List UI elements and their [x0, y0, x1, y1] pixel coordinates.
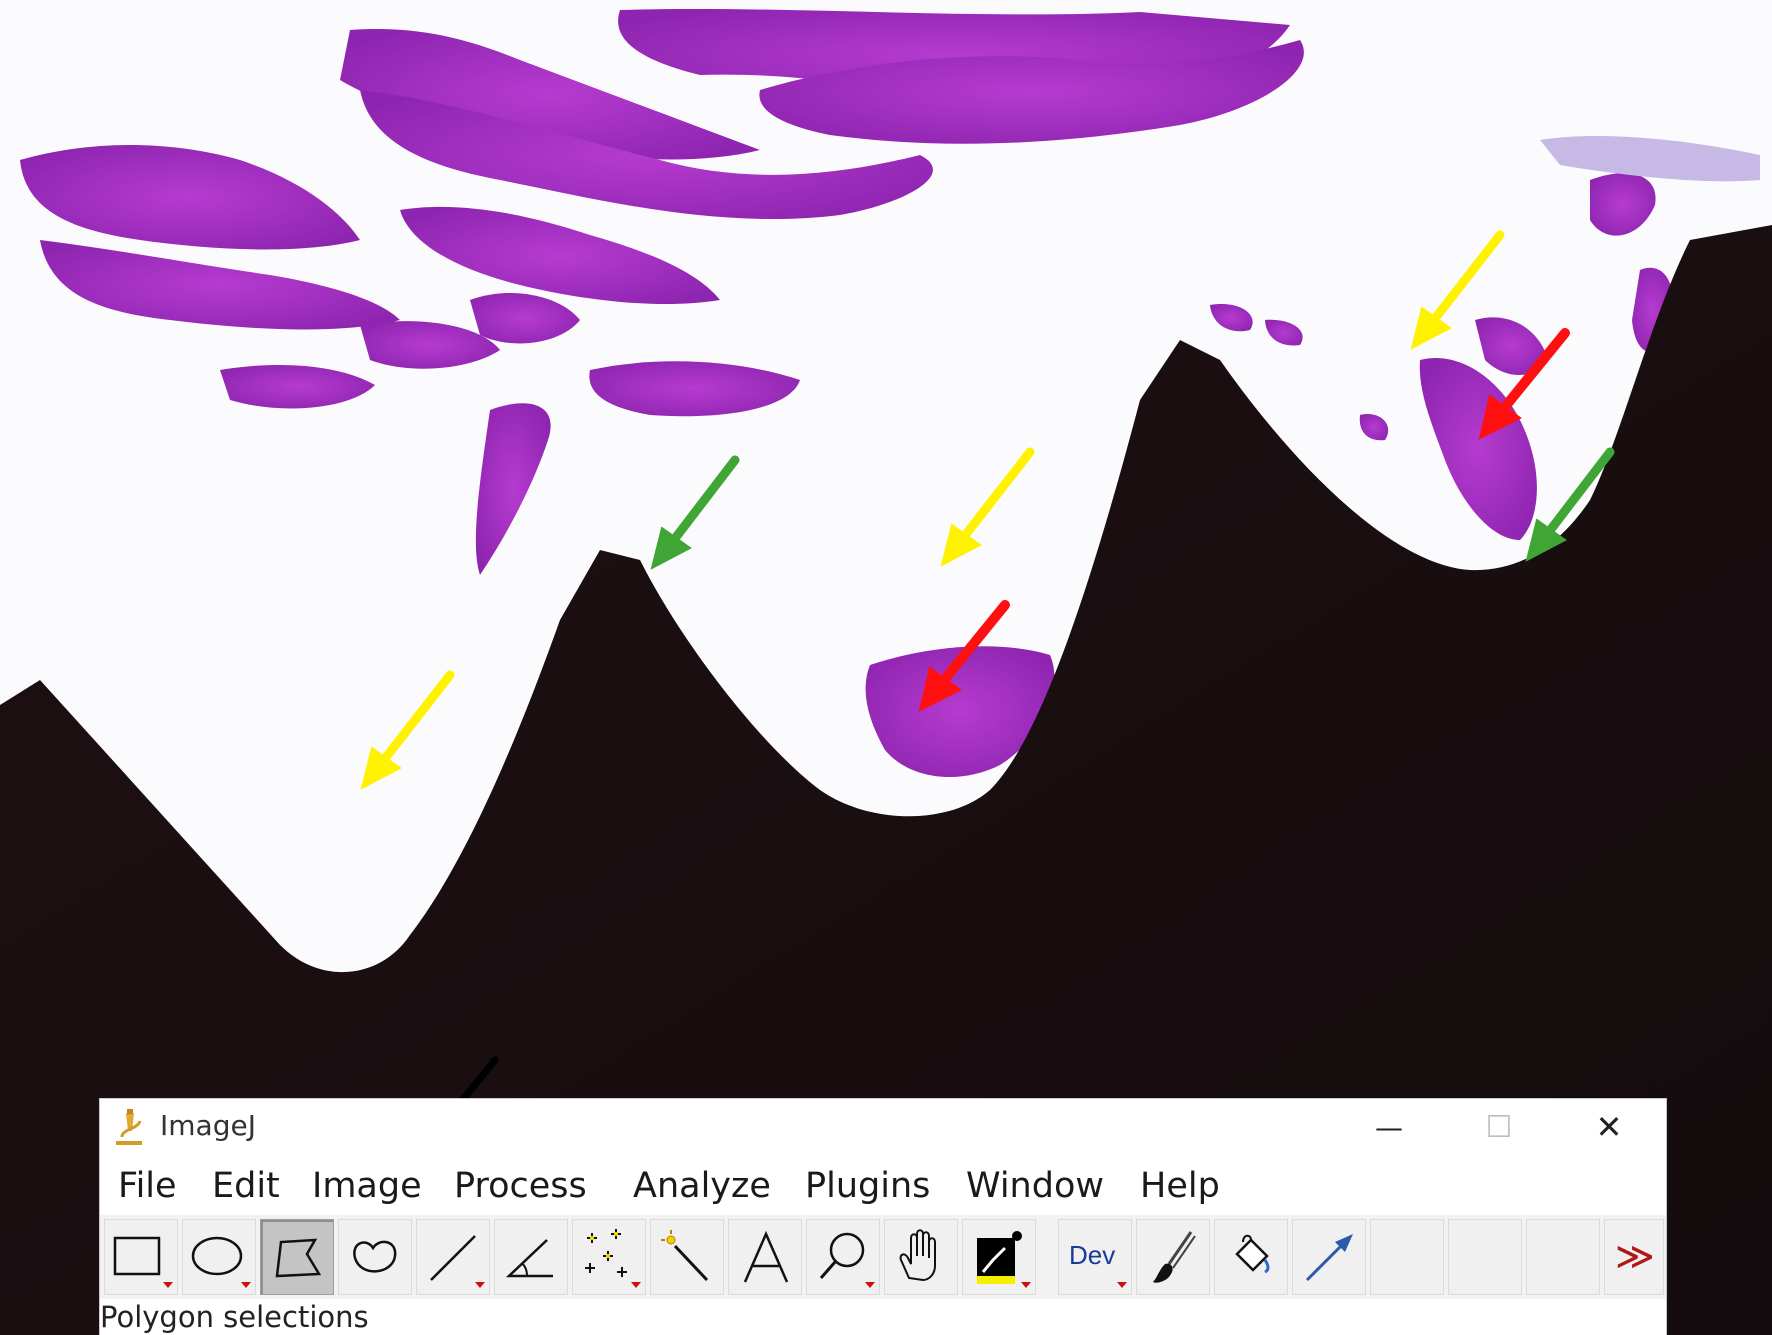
close-button[interactable]: ✕: [1554, 1099, 1664, 1155]
arrow-tool-button[interactable]: [1292, 1219, 1366, 1295]
color-picker-icon: [977, 1231, 1031, 1288]
more-tools-icon: ≫: [1615, 1234, 1655, 1278]
menu-help[interactable]: Help: [1136, 1157, 1224, 1215]
multipoint-tool-button[interactable]: [572, 1219, 646, 1295]
flood-fill-icon: [1235, 1234, 1270, 1274]
brush-icon: [1153, 1231, 1196, 1283]
maximize-button[interactable]: ☐: [1444, 1099, 1554, 1155]
dev-tool-button[interactable]: Dev: [1058, 1219, 1132, 1295]
rectangle-tool-button[interactable]: [104, 1219, 178, 1295]
menu-process[interactable]: Process: [450, 1157, 591, 1215]
empty-tool-slot: [1370, 1219, 1444, 1295]
tool-bar: Dev ≫: [100, 1215, 1666, 1299]
flood-fill-tool-button[interactable]: [1214, 1219, 1288, 1295]
menu-plugins[interactable]: Plugins: [801, 1157, 934, 1215]
polygon-tool-button[interactable]: [260, 1219, 334, 1295]
empty-tool-slot: [1526, 1219, 1600, 1295]
more-tools-button[interactable]: ≫: [1604, 1219, 1664, 1295]
polygon-icon: [275, 1238, 322, 1278]
hand-icon: [899, 1229, 936, 1282]
freehand-tool-button[interactable]: [338, 1219, 412, 1295]
imagej-window: ImageJ — ☐ ✕ File Edit Image Process Ana…: [100, 1099, 1666, 1335]
magnifier-icon: [819, 1232, 875, 1288]
rectangle-icon: [113, 1236, 173, 1288]
window-title: ImageJ: [160, 1109, 256, 1142]
wand-tool-button[interactable]: [650, 1219, 724, 1295]
brush-tool-button[interactable]: [1136, 1219, 1210, 1295]
menu-window[interactable]: Window: [962, 1157, 1108, 1215]
menu-image[interactable]: Image: [308, 1157, 426, 1215]
angle-tool-button[interactable]: [494, 1219, 568, 1295]
text-tool-button[interactable]: [728, 1219, 802, 1295]
line-tool-button[interactable]: [416, 1219, 490, 1295]
arrow-icon: [1305, 1234, 1353, 1282]
menu-file[interactable]: File: [114, 1157, 181, 1215]
magnifier-tool-button[interactable]: [806, 1219, 880, 1295]
text-icon: [743, 1230, 789, 1283]
microscope-icon: [116, 1109, 142, 1145]
maximize-icon: ☐: [1485, 1109, 1513, 1145]
dev-label: Dev: [1069, 1240, 1115, 1270]
color-picker-tool-button[interactable]: [962, 1219, 1036, 1295]
angle-icon: [505, 1239, 553, 1278]
multipoint-icon: [585, 1229, 641, 1288]
dev-icon: Dev: [1069, 1240, 1127, 1288]
minimize-icon: —: [1375, 1110, 1403, 1144]
wand-icon: [661, 1230, 709, 1282]
close-icon: ✕: [1595, 1108, 1623, 1146]
title-bar: ImageJ — ☐ ✕: [100, 1099, 1666, 1155]
oval-tool-button[interactable]: [182, 1219, 256, 1295]
status-bar: Polygon selections: [100, 1299, 1666, 1335]
menu-analyze[interactable]: Analyze: [629, 1157, 775, 1215]
freehand-icon: [353, 1240, 397, 1273]
menu-bar: File Edit Image Process Analyze Plugins …: [100, 1157, 1666, 1215]
minimize-button[interactable]: —: [1334, 1099, 1444, 1155]
menu-edit[interactable]: Edit: [208, 1157, 284, 1215]
status-text: Polygon selections: [100, 1300, 369, 1334]
oval-icon: [191, 1236, 251, 1288]
empty-tool-slot: [1448, 1219, 1522, 1295]
hand-tool-button[interactable]: [884, 1219, 958, 1295]
line-icon: [430, 1235, 485, 1288]
